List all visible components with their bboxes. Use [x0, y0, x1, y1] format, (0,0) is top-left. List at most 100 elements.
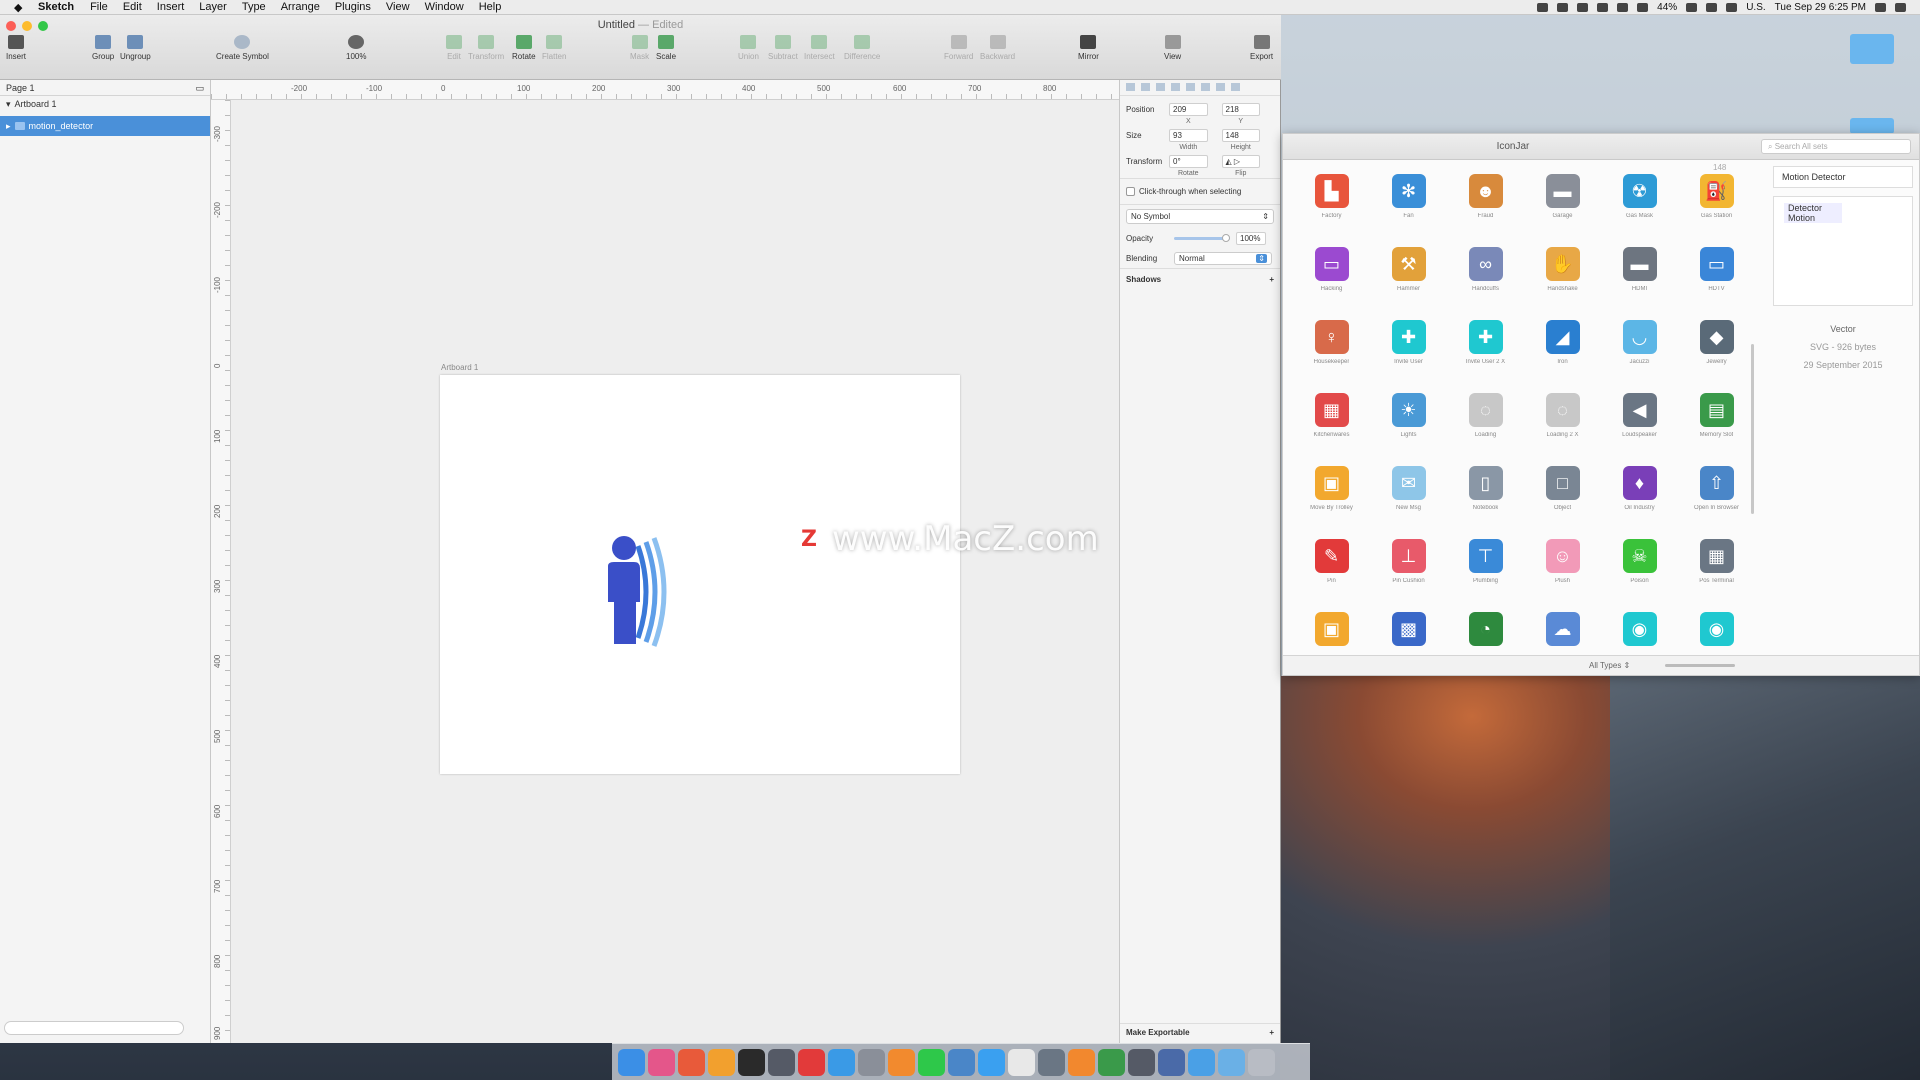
forward-button[interactable]: Forward — [944, 35, 973, 61]
icon-cell[interactable]: ▬ Garage — [1524, 174, 1601, 247]
icon-cell[interactable]: ▭ Hacking — [1293, 247, 1370, 320]
opacity-field[interactable]: 100% — [1236, 231, 1266, 245]
align-bottom-icon[interactable] — [1231, 83, 1240, 91]
artboard[interactable] — [440, 375, 960, 774]
add-export-icon[interactable]: + — [1269, 1028, 1274, 1039]
icon-cell[interactable]: ✋ Handshake — [1524, 247, 1601, 320]
icon-cell[interactable]: ◢ Iron — [1524, 320, 1601, 393]
icon-tags-field[interactable]: Detector Motion — [1773, 196, 1913, 306]
menu-edit[interactable]: Edit — [123, 1, 142, 13]
icon-cell[interactable]: ☠ Poison — [1601, 539, 1678, 612]
mirror-button[interactable]: Mirror — [1078, 35, 1099, 61]
layer-motion-detector[interactable]: ▸ motion_detector — [0, 116, 210, 136]
icon-cell[interactable]: ▦ Pos Terminal — [1678, 539, 1747, 612]
volume-icon[interactable] — [1637, 2, 1649, 12]
icon-cell[interactable]: ◉ — [1678, 612, 1747, 654]
menu-insert[interactable]: Insert — [157, 1, 185, 13]
dock-app-icon[interactable] — [978, 1048, 1005, 1076]
bluetooth-icon[interactable] — [1617, 2, 1629, 12]
menu-layer[interactable]: Layer — [199, 1, 227, 13]
page-selector[interactable]: Page 1 ▭ — [0, 80, 210, 96]
icon-cell[interactable]: ◌ Loading — [1447, 393, 1524, 466]
align-left-icon[interactable] — [1156, 83, 1165, 91]
time-machine-icon[interactable] — [1597, 2, 1609, 12]
dock-app-icon[interactable] — [678, 1048, 705, 1076]
clock[interactable]: Tue Sep 29 6:25 PM — [1775, 2, 1866, 13]
wifi-icon[interactable] — [1706, 2, 1718, 12]
dock-app-icon[interactable] — [738, 1048, 765, 1076]
menu-help[interactable]: Help — [479, 1, 502, 13]
dock-app-icon[interactable] — [888, 1048, 915, 1076]
screen-record-icon[interactable] — [1537, 2, 1549, 12]
dock-app-icon[interactable] — [1158, 1048, 1185, 1076]
position-y-field[interactable]: 218 Y — [1221, 102, 1260, 125]
desktop-folder-icon-2[interactable] — [1850, 118, 1894, 134]
menu-plugins[interactable]: Plugins — [335, 1, 371, 13]
rotate-button[interactable]: Rotate — [512, 35, 536, 61]
disclosure-triangle-icon[interactable]: ▸ — [6, 121, 11, 132]
view-button[interactable]: View — [1164, 35, 1181, 61]
subtract-button[interactable]: Subtract — [768, 35, 798, 61]
dock-app-icon[interactable] — [1068, 1048, 1095, 1076]
icon-cell[interactable]: ☺ Plush — [1524, 539, 1601, 612]
icon-cell[interactable]: ✉ New Msg — [1370, 466, 1447, 539]
clickthrough-checkbox[interactable] — [1126, 187, 1135, 196]
rotate-field[interactable]: 0° Rotate — [1169, 154, 1208, 177]
icon-cell[interactable]: ⊤ Plumbing — [1447, 539, 1524, 612]
backward-button[interactable]: Backward — [980, 35, 1015, 61]
icon-cell[interactable]: ◔ — [1447, 612, 1524, 654]
icon-cell[interactable]: ☢ Gas Mask — [1601, 174, 1678, 247]
menu-view[interactable]: View — [386, 1, 410, 13]
dock-app-icon[interactable] — [948, 1048, 975, 1076]
zoom-control[interactable]: 100% — [346, 35, 366, 61]
cloud-icon[interactable] — [1577, 2, 1589, 12]
icon-cell[interactable]: ▩ — [1370, 612, 1447, 654]
icon-cell[interactable]: ▦ Kitchenwares — [1293, 393, 1370, 466]
shadows-section[interactable]: Shadows + — [1120, 268, 1280, 290]
layer-artboard[interactable]: ▾ Artboard 1 — [0, 96, 210, 112]
antenna-icon[interactable] — [1557, 2, 1569, 12]
icon-size-slider[interactable] — [1665, 664, 1735, 667]
layers-filter-input[interactable] — [4, 1021, 184, 1035]
align-top-icon[interactable] — [1201, 83, 1210, 91]
spotlight-icon[interactable] — [1875, 2, 1886, 12]
dock-app-icon[interactable] — [1188, 1048, 1215, 1076]
icon-cell[interactable]: ⇧ Open In Browser — [1678, 466, 1747, 539]
battery-icon[interactable] — [1686, 2, 1698, 12]
iconjar-search-input[interactable]: ⌕ Search All sets — [1761, 139, 1911, 154]
dock-app-icon[interactable] — [798, 1048, 825, 1076]
clickthrough-row[interactable]: Click-through when selecting — [1120, 183, 1280, 200]
icon-grid-scrollbar[interactable] — [1751, 344, 1754, 514]
blending-select[interactable]: Normal ⇕ — [1174, 251, 1272, 265]
opacity-slider[interactable] — [1174, 233, 1230, 242]
dock-app-icon[interactable] — [918, 1048, 945, 1076]
icon-cell[interactable]: ☻ Fraud — [1447, 174, 1524, 247]
icon-cell[interactable]: ▣ Move By Trolley — [1293, 466, 1370, 539]
align-middle-icon[interactable] — [1216, 83, 1225, 91]
make-exportable-row[interactable]: Make Exportable + — [1120, 1023, 1280, 1043]
intersect-button[interactable]: Intersect — [804, 35, 835, 61]
desktop-folder-icon[interactable] — [1850, 34, 1894, 64]
notification-center-icon[interactable] — [1895, 2, 1906, 12]
dock-app-icon[interactable] — [768, 1048, 795, 1076]
menu-file[interactable]: File — [90, 1, 108, 13]
dock-app-icon[interactable] — [828, 1048, 855, 1076]
type-filter[interactable]: All Types ⇕ — [1589, 661, 1630, 670]
icon-cell[interactable]: ▙ Factory — [1293, 174, 1370, 247]
icon-cell[interactable]: ▭ HDTV — [1678, 247, 1747, 320]
icon-name-field[interactable]: Motion Detector — [1773, 166, 1913, 188]
icon-cell[interactable]: ♦ Oil Industry — [1601, 466, 1678, 539]
insert-button[interactable]: Insert — [6, 35, 26, 61]
icon-cell[interactable]: ◀ Loudspeaker — [1601, 393, 1678, 466]
icon-cell[interactable]: ▣ — [1293, 612, 1370, 654]
align-center-icon[interactable] — [1171, 83, 1180, 91]
menu-type[interactable]: Type — [242, 1, 266, 13]
icon-cell[interactable]: □ Object — [1524, 466, 1601, 539]
icon-cell[interactable]: ◌ Loading 2 X — [1524, 393, 1601, 466]
export-button[interactable]: Export — [1250, 35, 1273, 61]
symbol-select[interactable]: No Symbol ⇕ — [1126, 209, 1274, 224]
tag-token[interactable]: Detector — [1784, 203, 1842, 213]
icon-cell[interactable]: ◉ — [1601, 612, 1678, 654]
input-source[interactable]: U.S. — [1746, 2, 1765, 13]
battery-percent[interactable]: 44% — [1657, 2, 1677, 13]
